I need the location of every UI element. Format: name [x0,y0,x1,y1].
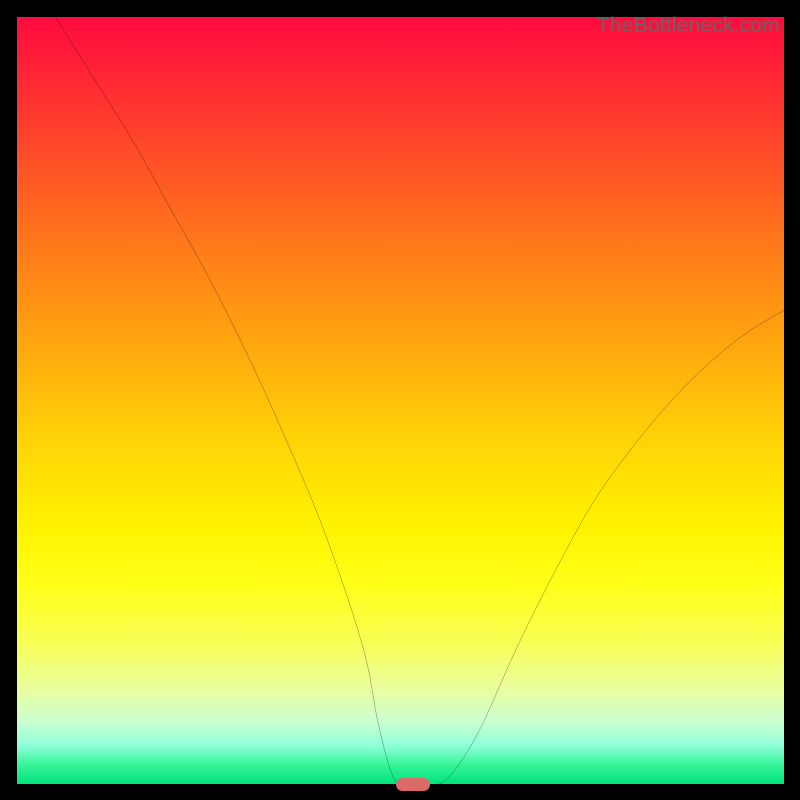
curve-path [55,17,786,787]
optimal-marker-pill [396,778,430,791]
bottleneck-curve [17,17,786,786]
chart-plot-area: TheBottleneck.com [16,16,785,785]
